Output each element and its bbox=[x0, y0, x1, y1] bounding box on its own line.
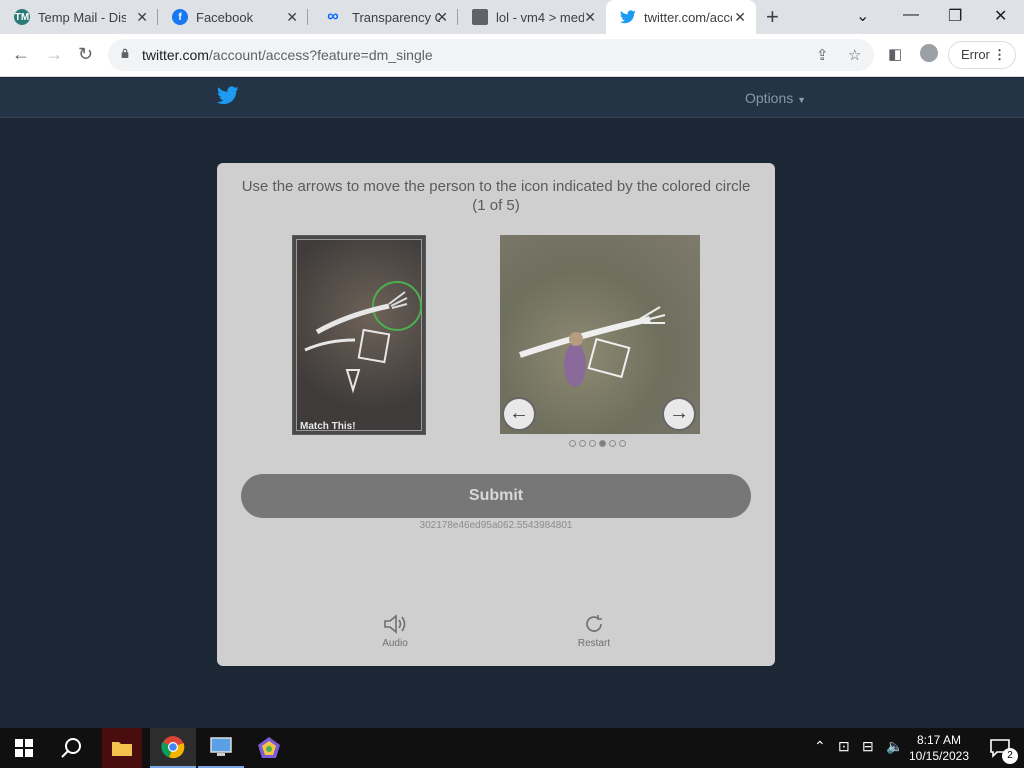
tab-facebook[interactable]: f Facebook ✕ bbox=[158, 0, 308, 34]
close-window-icon[interactable]: ✕ bbox=[994, 6, 1007, 26]
close-tab-icon[interactable]: ✕ bbox=[734, 9, 746, 26]
url-text: twitter.com/account/access?feature=dm_si… bbox=[142, 47, 433, 63]
speaker-icon bbox=[384, 614, 406, 634]
restore-icon[interactable]: ❐ bbox=[948, 6, 962, 26]
address-bar[interactable]: twitter.com/account/access?feature=dm_si… bbox=[108, 39, 874, 71]
session-id: 302178e46ed95a062.5543984801 bbox=[419, 520, 573, 531]
progress-dot bbox=[569, 440, 576, 447]
close-tab-icon[interactable]: ✕ bbox=[584, 9, 596, 26]
progress-dot bbox=[589, 440, 596, 447]
tab-vm4-media[interactable]: lol - vm4 > media ✕ bbox=[458, 0, 606, 34]
audio-label: Audio bbox=[382, 638, 408, 649]
close-tab-icon[interactable]: ✕ bbox=[136, 9, 148, 26]
back-icon[interactable]: ← bbox=[12, 44, 30, 65]
progress-dot bbox=[609, 440, 616, 447]
chrome-icon bbox=[161, 736, 185, 759]
share-icon[interactable]: ⇪ bbox=[816, 46, 829, 64]
options-menu[interactable]: Options ▼ bbox=[745, 90, 806, 106]
taskbar: ⌃ ⊡ ⊟ 🔈 8:17 AM 10/15/2023 2 bbox=[0, 728, 1024, 768]
profile-avatar-icon[interactable] bbox=[920, 44, 938, 62]
file-explorer-button[interactable] bbox=[102, 728, 142, 768]
security-tray-icon[interactable]: ⊡ bbox=[838, 738, 850, 754]
pentagon-app-icon bbox=[258, 737, 280, 758]
url-path: /account/access?feature=dm_single bbox=[208, 47, 433, 63]
chrome-taskbar-button[interactable] bbox=[150, 728, 196, 768]
search-icon bbox=[61, 738, 81, 758]
close-tab-icon[interactable]: ✕ bbox=[436, 9, 448, 26]
reload-icon[interactable]: ↻ bbox=[78, 44, 93, 65]
tab-search-chevron-icon[interactable]: ⌄ bbox=[856, 6, 869, 26]
tab-title: Transparency Center bbox=[352, 9, 440, 25]
forward-icon[interactable]: → bbox=[45, 44, 63, 65]
windows-start-icon bbox=[15, 739, 33, 757]
tempmail-icon: TM bbox=[14, 9, 30, 25]
clock-date: 10/15/2023 bbox=[908, 749, 970, 763]
clock[interactable]: 8:17 AM 10/15/2023 bbox=[906, 732, 972, 764]
bookmark-star-icon[interactable]: ☆ bbox=[848, 46, 861, 64]
start-button[interactable] bbox=[0, 728, 48, 768]
match-label: Match This! bbox=[300, 421, 356, 432]
challenge-instruction: Use the arrows to move the person to the… bbox=[241, 178, 751, 214]
options-label: Options bbox=[745, 90, 794, 106]
tab-strip: TM Temp Mail - Disposable ✕ f Facebook ✕… bbox=[0, 0, 1024, 34]
folder-icon bbox=[112, 742, 132, 756]
caret-down-icon: ▼ bbox=[797, 95, 807, 105]
tab-twitter[interactable]: twitter.com/account ✕ bbox=[606, 0, 756, 34]
lock-icon bbox=[121, 48, 129, 58]
match-image: Match This! bbox=[292, 235, 426, 435]
twitter-logo-icon[interactable] bbox=[216, 86, 239, 110]
notification-count-badge: 2 bbox=[1002, 748, 1018, 764]
search-button[interactable] bbox=[48, 728, 96, 768]
audio-button[interactable]: Audio bbox=[365, 613, 425, 649]
progress-dots bbox=[569, 440, 626, 447]
arrow-left-button[interactable]: ← bbox=[502, 397, 536, 431]
monitor-icon bbox=[210, 737, 232, 756]
puzzle-image: ← → bbox=[500, 235, 700, 434]
notifications-button[interactable]: 2 bbox=[980, 728, 1020, 768]
progress-dot bbox=[599, 440, 606, 447]
tab-transparency-center[interactable]: ∞ Transparency Center ✕ bbox=[308, 0, 458, 34]
volume-muted-icon[interactable]: 🔈 bbox=[886, 738, 903, 754]
app-taskbar-button[interactable] bbox=[246, 728, 292, 768]
error-button[interactable]: Error ⋮ bbox=[948, 41, 1016, 69]
tab-title: Facebook bbox=[196, 9, 254, 25]
new-tab-icon[interactable]: + bbox=[766, 4, 779, 30]
progress-dot bbox=[619, 440, 626, 447]
clock-time: 8:17 AM bbox=[916, 733, 962, 747]
submit-button[interactable]: Submit bbox=[241, 474, 751, 518]
match-image-inner bbox=[296, 239, 422, 431]
arrow-right-button[interactable]: → bbox=[662, 397, 696, 431]
close-tab-icon[interactable]: ✕ bbox=[286, 9, 298, 26]
url-host: twitter.com bbox=[142, 47, 209, 63]
progress-dot bbox=[579, 440, 586, 447]
captcha-modal: Use the arrows to move the person to the… bbox=[217, 163, 775, 666]
tab-title: lol - vm4 > media bbox=[496, 9, 584, 25]
match-illustration bbox=[304, 281, 422, 394]
folder-icon bbox=[472, 9, 488, 25]
remote-desktop-button[interactable] bbox=[198, 728, 244, 768]
browser-toolbar: ← → ↻ twitter.com/account/access?feature… bbox=[0, 34, 1024, 77]
restart-button[interactable]: Restart bbox=[564, 613, 624, 649]
tab-title: twitter.com/account bbox=[644, 9, 732, 25]
restart-icon bbox=[586, 615, 602, 632]
facebook-icon: f bbox=[172, 9, 188, 25]
twitter-icon bbox=[620, 9, 636, 25]
network-icon[interactable]: ⊟ bbox=[862, 738, 874, 754]
restart-label: Restart bbox=[577, 638, 611, 649]
minimize-icon[interactable]: — bbox=[903, 6, 919, 24]
tab-temp-mail[interactable]: TM Temp Mail - Disposable ✕ bbox=[0, 0, 158, 34]
tray-chevron-icon[interactable]: ⌃ bbox=[814, 738, 826, 754]
error-label: Error bbox=[961, 47, 990, 62]
meta-icon: ∞ bbox=[327, 8, 339, 25]
side-panel-icon[interactable]: ◧ bbox=[888, 45, 902, 63]
tab-title: Temp Mail - Disposable bbox=[38, 9, 126, 25]
twitter-header: Options ▼ bbox=[0, 78, 1024, 118]
menu-dots-icon[interactable]: ⋮ bbox=[993, 42, 1006, 68]
